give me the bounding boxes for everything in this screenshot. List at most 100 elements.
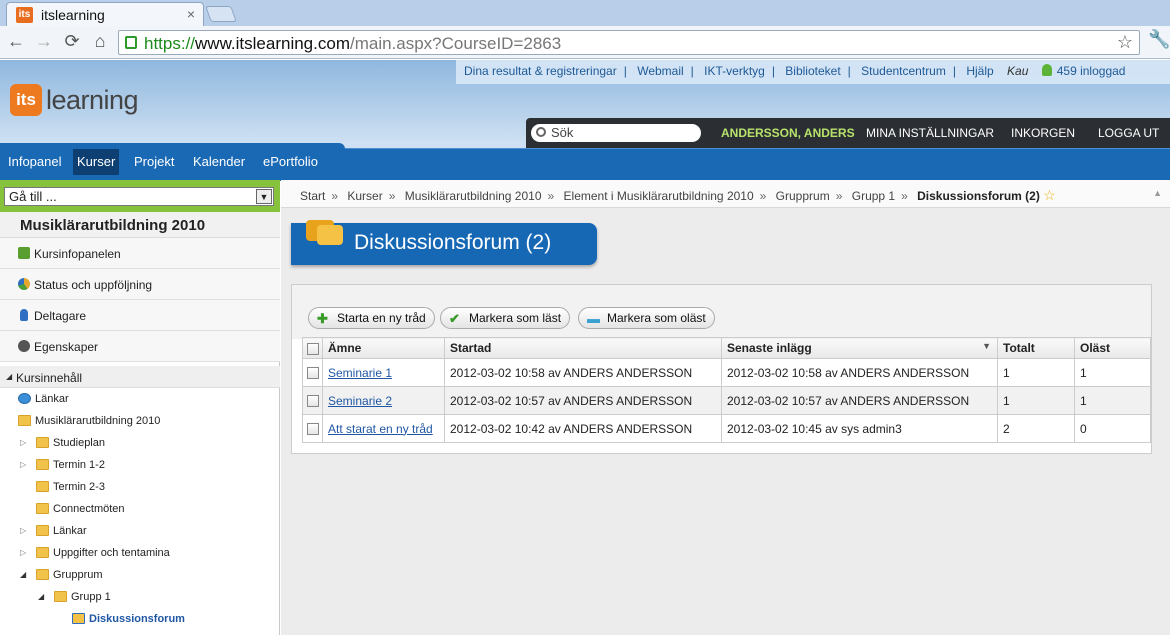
collapse-arrow-icon: ◢ [6, 372, 13, 381]
expand-arrow-icon[interactable]: ▷ [20, 548, 26, 557]
inbox-link[interactable]: INKORGEN [1011, 126, 1075, 140]
site-header: its learning Dina resultat & registrerin… [0, 60, 1170, 181]
course-sidebar: Gå till ... ▼ Musiklärarutbildning 2010 K… [0, 180, 280, 635]
row-checkbox[interactable] [307, 423, 319, 436]
address-bar[interactable]: https://www.itslearning.com/main.aspx?Co… [118, 30, 1140, 55]
collapse-arrow-icon[interactable]: ◢ [20, 570, 26, 579]
mark-read-button[interactable]: ✔ Markera som läst [440, 307, 571, 329]
folder-icon [36, 503, 49, 514]
browser-tab[interactable]: its itslearning × [6, 2, 204, 26]
scroll-up-icon[interactable]: ▲ [1153, 188, 1162, 198]
forum-icon [72, 613, 85, 624]
link-ikt[interactable]: IKT-verktyg [704, 64, 765, 78]
globe-icon [18, 393, 31, 404]
back-arrow-icon[interactable]: ← [5, 31, 27, 52]
user-bar: Sök ANDERSSON, ANDERS MINA INSTÄLLNINGAR… [526, 118, 1170, 148]
forward-arrow-icon[interactable]: → [33, 31, 55, 52]
nav-kurser[interactable]: Kurser [73, 149, 120, 175]
checkmark-icon: ✔ [449, 311, 460, 326]
browser-tab-bar: its itslearning × [0, 0, 1170, 26]
sidebar-item-status[interactable]: Status och uppföljning [0, 269, 280, 300]
favorite-star-icon[interactable]: ☆ [1043, 187, 1056, 203]
cell-latest: 2012-03-02 10:57 av ANDERS ANDERSSON [721, 386, 998, 415]
column-total[interactable]: Totalt [997, 337, 1075, 359]
course-info-icon [18, 247, 30, 259]
wrench-menu-icon[interactable]: 🔧 [1148, 29, 1170, 50]
column-unread[interactable]: Oläst [1074, 337, 1151, 359]
mark-unread-button[interactable]: ▬ Markera som oläst [578, 307, 715, 329]
nav-infopanel[interactable]: Infopanel [4, 149, 66, 175]
breadcrumb-start[interactable]: Start [300, 189, 325, 203]
link-results[interactable]: Dina resultat & registreringar [464, 64, 617, 78]
expand-arrow-icon[interactable]: ▷ [20, 460, 26, 469]
column-started[interactable]: Startad [444, 337, 722, 359]
main-navigation: Infopanel Kurser Projekt Kalender ePortf… [0, 143, 1170, 181]
search-input[interactable]: Sök [531, 124, 701, 142]
tab-title: itslearning [41, 7, 105, 23]
row-checkbox[interactable] [307, 367, 319, 380]
breadcrumb-kurser[interactable]: Kurser [347, 189, 382, 203]
nav-projekt[interactable]: Projekt [130, 149, 178, 175]
table-row: Att starat en ny tråd 2012-03-02 10:42 a… [302, 414, 1151, 443]
expand-arrow-icon[interactable]: ▷ [20, 526, 26, 535]
expand-arrow-icon[interactable]: ▷ [20, 438, 26, 447]
org-name: Kau [1007, 64, 1029, 78]
column-latest[interactable]: Senaste inlägg ▼ [721, 337, 998, 359]
sidebar-item-egenskaper[interactable]: Egenskaper [0, 331, 280, 362]
nav-kalender[interactable]: Kalender [189, 149, 249, 175]
thread-link[interactable]: Seminarie 1 [328, 366, 392, 380]
folder-icon [36, 481, 49, 492]
link-help[interactable]: Hjälp [966, 64, 993, 78]
cell-latest: 2012-03-02 10:58 av ANDERS ANDERSSON [721, 358, 998, 387]
breadcrumb-grupp-1[interactable]: Grupp 1 [852, 189, 895, 203]
collapse-arrow-icon[interactable]: ◢ [38, 592, 44, 601]
thread-link[interactable]: Seminarie 2 [328, 394, 392, 408]
breadcrumb-elements[interactable]: Element i Musiklärarutbildning 2010 [564, 189, 754, 203]
thread-link[interactable]: Att starat en ny tråd [328, 422, 433, 436]
folder-icon [36, 569, 49, 580]
goto-select[interactable]: Gå till ... ▼ [4, 187, 274, 206]
folder-icon [36, 547, 49, 558]
goto-bar: Gå till ... ▼ [0, 180, 280, 212]
cell-total: 1 [997, 386, 1075, 415]
action-bar: ✚ Starta en ny tråd ✔ Markera som läst ▬ Ma… [292, 285, 1151, 339]
sidebar-item-kursinfopanelen[interactable]: Kursinfopanelen [0, 238, 280, 269]
my-settings-link[interactable]: MINA INSTÄLLNINGAR [866, 126, 994, 140]
folder-icon [54, 591, 67, 602]
ssl-lock-icon [125, 36, 137, 49]
online-users-icon [1041, 64, 1052, 76]
breadcrumb-current: Diskussionsforum (2) [917, 189, 1040, 203]
breadcrumb-course[interactable]: Musiklärarutbildning 2010 [405, 189, 542, 203]
home-icon[interactable]: ⌂ [89, 31, 111, 52]
cell-latest: 2012-03-02 10:45 av sys admin3 [721, 414, 998, 443]
link-studentcentrum[interactable]: Studentcentrum [861, 64, 946, 78]
breadcrumb-grupprum[interactable]: Grupprum [776, 189, 830, 203]
logout-link[interactable]: LOGGA UT [1098, 126, 1159, 140]
plus-icon: ✚ [317, 311, 328, 326]
new-tab-button[interactable] [205, 6, 237, 22]
course-content-header[interactable]: ◢ Kursinnehåll [0, 366, 280, 388]
forum-panel: ✚ Starta en ny tråd ✔ Markera som läst ▬ Ma… [291, 284, 1152, 454]
course-title: Musiklärarutbildning 2010 [0, 212, 280, 238]
reload-icon[interactable]: ⟳ [61, 31, 83, 52]
user-name-link[interactable]: ANDERSSON, ANDERS [721, 126, 855, 140]
column-subject[interactable]: Ämne [322, 337, 445, 359]
folder-icon [36, 459, 49, 470]
folder-icon [18, 415, 31, 426]
page-title-banner: Diskussionsforum (2) [291, 220, 597, 265]
link-library[interactable]: Biblioteket [785, 64, 840, 78]
row-checkbox[interactable] [307, 395, 319, 408]
bookmark-star-icon[interactable]: ☆ [1117, 32, 1133, 53]
sidebar-item-deltagare[interactable]: Deltagare [0, 300, 280, 331]
cell-total: 2 [997, 414, 1075, 443]
logo-learning: learning [46, 85, 139, 115]
nav-eportfolio[interactable]: ePortfolio [259, 149, 322, 175]
select-all-checkbox[interactable] [307, 342, 319, 355]
gear-icon [18, 340, 30, 352]
main-content: Start» Kurser» Musiklärarutbildning 2010… [281, 180, 1170, 635]
person-icon [20, 309, 28, 321]
link-webmail[interactable]: Webmail [637, 64, 683, 78]
close-tab-icon[interactable]: × [187, 6, 195, 22]
online-count[interactable]: 459 inloggad [1057, 64, 1126, 78]
new-thread-button[interactable]: ✚ Starta en ny tråd [308, 307, 435, 329]
